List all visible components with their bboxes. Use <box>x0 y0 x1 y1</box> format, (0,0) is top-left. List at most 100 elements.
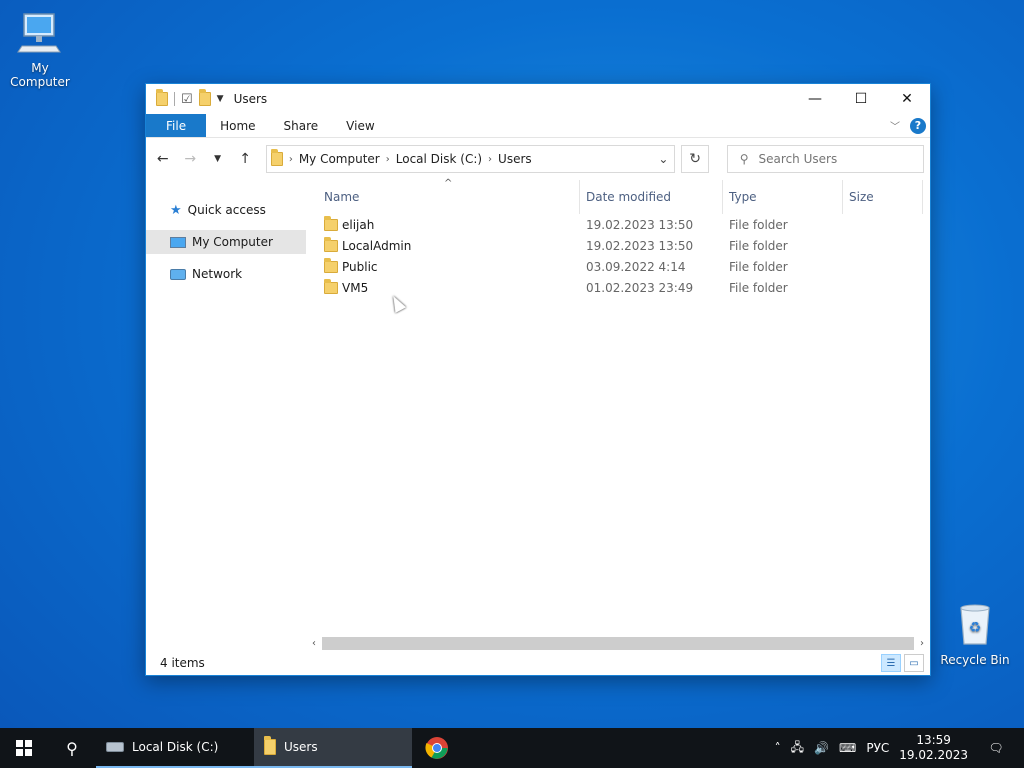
desktop-icon-recycle-bin[interactable]: ♻ Recycle Bin <box>935 600 1015 667</box>
taskbar-app-users[interactable]: Users <box>254 728 412 768</box>
taskbar: ⚲ Local Disk (C:) Users ˄ 🖧 🔊 ⌨ РУС 13:5… <box>0 728 1024 768</box>
table-row[interactable]: LocalAdmin 19.02.2023 13:50 File folder <box>318 235 930 256</box>
navigation-pane: ★ Quick access My Computer Network <box>146 180 306 632</box>
address-bar[interactable]: › My Computer › Local Disk (C:) › Users … <box>265 145 676 173</box>
language-indicator[interactable]: РУС <box>866 741 889 755</box>
file-list: ^ Name Date modified Type Size elijah 19… <box>306 178 930 632</box>
notification-center-button[interactable]: 🗨 <box>978 741 1014 755</box>
search-input[interactable] <box>758 152 909 166</box>
quick-access-toolbar: ☑ ▼ <box>156 89 224 107</box>
computer-icon <box>17 13 61 53</box>
customize-toolbar-icon[interactable]: ▼ <box>217 94 224 104</box>
taskbar-app-chrome[interactable] <box>412 728 462 768</box>
ribbon-right: ﹀ ? <box>890 114 930 137</box>
file-type: File folder <box>729 280 788 295</box>
column-header-type[interactable]: Type <box>723 180 843 214</box>
tab-share[interactable]: Share <box>270 114 333 137</box>
refresh-button[interactable]: ↻ <box>681 145 709 173</box>
sort-ascending-icon: ^ <box>444 178 453 189</box>
file-name: Public <box>342 259 378 274</box>
taskbar-app-label: Users <box>284 740 318 754</box>
file-name: VM5 <box>342 280 369 295</box>
nav-item-my-computer[interactable]: My Computer <box>146 230 306 254</box>
chevron-right-icon[interactable]: › <box>386 154 390 165</box>
file-date: 03.09.2022 4:14 <box>586 259 686 274</box>
chevron-right-icon[interactable]: › <box>488 154 492 165</box>
tab-home[interactable]: Home <box>206 114 269 137</box>
system-tray: ˄ 🖧 🔊 ⌨ РУС 13:59 19.02.2023 🗨 <box>775 733 1024 763</box>
volume-icon[interactable]: 🔊 <box>814 741 829 755</box>
nav-item-label: Quick access <box>187 203 266 217</box>
file-date: 01.02.2023 23:49 <box>586 280 694 295</box>
breadcrumb-users[interactable]: Users <box>498 152 532 166</box>
nav-item-label: Network <box>192 267 243 281</box>
nav-item-network[interactable]: Network <box>146 262 306 286</box>
folder-icon <box>324 215 338 231</box>
title-bar: ☑ ▼ Users — ☐ ✕ <box>146 84 930 114</box>
column-header-size[interactable]: Size <box>843 180 923 214</box>
scroll-left-icon[interactable]: ‹ <box>306 638 322 649</box>
item-count: 4 items <box>160 656 205 670</box>
chevron-right-icon[interactable]: › <box>289 154 293 165</box>
maximize-button[interactable]: ☐ <box>838 84 884 114</box>
forward-button[interactable]: → <box>179 148 200 170</box>
new-folder-icon[interactable] <box>198 89 211 106</box>
file-explorer-window: ☑ ▼ Users — ☐ ✕ File Home Share View ﹀ ?… <box>145 83 931 676</box>
column-headers: Name Date modified Type Size <box>318 180 930 214</box>
windows-logo-icon <box>16 740 32 756</box>
table-row[interactable]: Public 03.09.2022 4:14 File folder <box>318 256 930 277</box>
clock[interactable]: 13:59 19.02.2023 <box>899 733 968 763</box>
scrollbar-thumb[interactable] <box>322 637 914 650</box>
search-box[interactable]: ⚲ <box>726 145 925 173</box>
recent-locations-button[interactable]: ▼ <box>207 148 228 170</box>
toolbar-divider <box>174 92 175 106</box>
keyboard-icon[interactable]: ⌨ <box>839 741 856 755</box>
folder-icon <box>270 149 283 166</box>
explorer-body: ★ Quick access My Computer Network ^ Nam… <box>146 178 930 632</box>
details-view-icon[interactable]: ☰ <box>881 654 901 672</box>
help-button[interactable]: ? <box>910 117 926 134</box>
computer-icon <box>170 236 186 248</box>
breadcrumb-local-disk[interactable]: Local Disk (C:) <box>396 152 482 166</box>
column-header-date[interactable]: Date modified <box>580 180 723 214</box>
taskbar-app-label: Local Disk (C:) <box>132 740 219 754</box>
minimize-button[interactable]: — <box>792 84 838 114</box>
chrome-icon <box>425 737 448 759</box>
up-button[interactable]: ↑ <box>234 148 255 170</box>
scroll-right-icon[interactable]: › <box>914 638 930 649</box>
file-type: File folder <box>729 217 788 232</box>
tab-file[interactable]: File <box>146 114 207 137</box>
window-controls: — ☐ ✕ <box>792 84 930 114</box>
file-date: 19.02.2023 13:50 <box>586 238 694 253</box>
tab-view[interactable]: View <box>332 114 388 137</box>
star-icon: ★ <box>170 202 182 218</box>
desktop-icon-my-computer[interactable]: My Computer <box>0 8 80 89</box>
chevron-down-icon[interactable]: ⌄ <box>652 152 674 166</box>
notification-icon: 🗨 <box>988 741 1004 755</box>
network-icon <box>170 268 186 280</box>
search-button[interactable]: ⚲ <box>48 728 96 768</box>
back-button[interactable]: ← <box>152 148 173 170</box>
file-name: LocalAdmin <box>342 238 412 253</box>
start-button[interactable] <box>0 728 48 768</box>
search-icon: ⚲ <box>66 738 78 758</box>
network-status-icon[interactable]: 🖧 <box>791 738 804 759</box>
navigation-bar: ← → ▼ ↑ › My Computer › Local Disk (C:) … <box>146 138 930 180</box>
properties-icon[interactable]: ☑ <box>181 92 193 107</box>
expand-ribbon-icon[interactable]: ﹀ <box>890 118 900 133</box>
horizontal-scrollbar[interactable]: ‹ › <box>306 635 930 652</box>
chevron-up-icon[interactable]: ˄ <box>775 741 781 755</box>
ribbon-tabs: File Home Share View ﹀ ? <box>146 114 930 138</box>
clock-date: 19.02.2023 <box>899 748 968 762</box>
breadcrumb-my-computer[interactable]: My Computer <box>299 152 380 166</box>
table-row[interactable]: VM5 01.02.2023 23:49 File folder <box>318 277 930 298</box>
folder-icon <box>324 257 338 273</box>
close-button[interactable]: ✕ <box>884 84 930 114</box>
folder-icon <box>324 278 338 294</box>
file-type: File folder <box>729 238 788 253</box>
taskbar-app-local-disk[interactable]: Local Disk (C:) <box>96 728 254 768</box>
table-row[interactable]: elijah 19.02.2023 13:50 File folder <box>318 214 930 235</box>
drive-icon <box>106 742 124 752</box>
large-icons-view-icon[interactable]: ▭ <box>904 654 924 672</box>
nav-item-quick-access[interactable]: ★ Quick access <box>146 198 306 222</box>
